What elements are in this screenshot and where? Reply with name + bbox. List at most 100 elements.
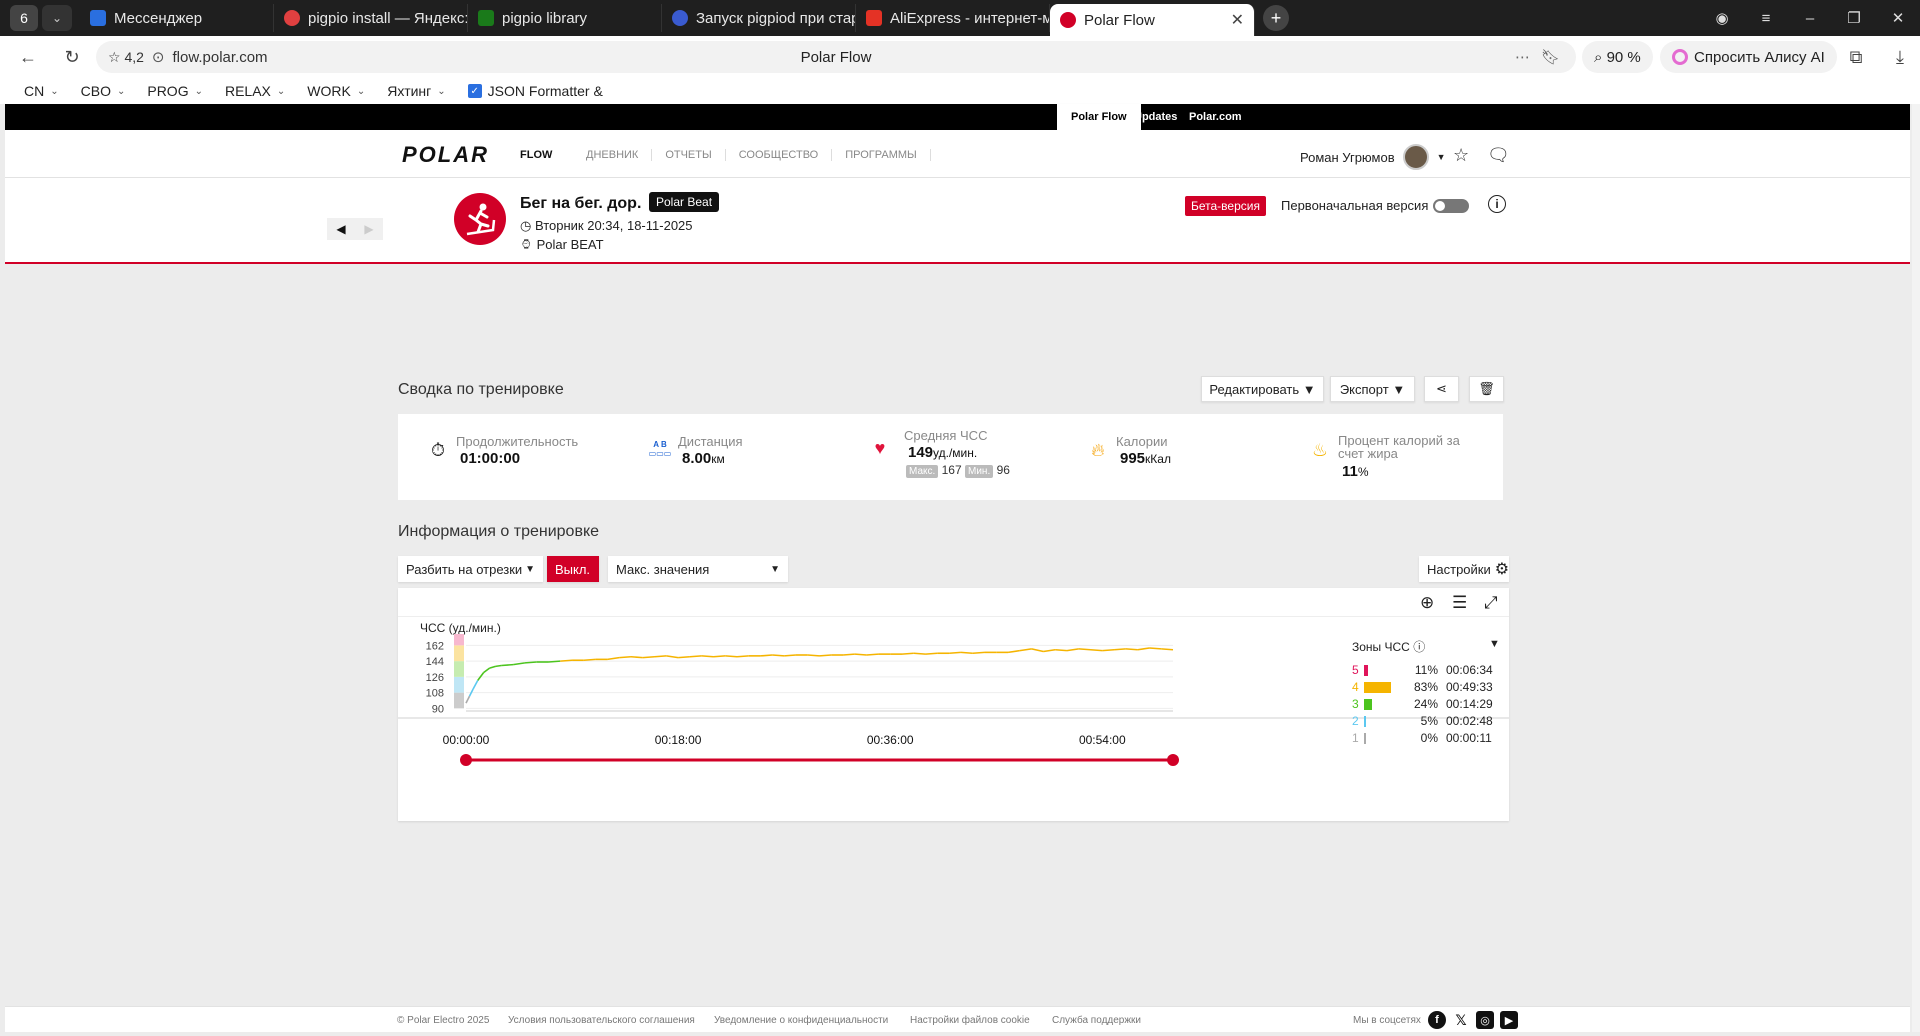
restore-icon[interactable]: ❐ <box>1832 9 1876 27</box>
hr-line-segment <box>619 655 632 659</box>
distance-label: Дистанция <box>678 434 743 449</box>
footer-cookies-link[interactable]: Настройки файлов cookie <box>910 1015 1030 1026</box>
tab-count-button[interactable]: 6 <box>10 5 38 31</box>
previous-activity-button[interactable]: ◀ <box>327 218 355 240</box>
tab-pigpiod-start[interactable]: Запуск pigpiod при старт <box>662 4 856 32</box>
reload-icon[interactable]: ↻ <box>54 41 90 73</box>
instagram-icon[interactable]: ◎ <box>1476 1011 1494 1029</box>
x-icon[interactable]: 𝕏 <box>1452 1011 1470 1029</box>
notifications-icon[interactable]: 🗨︎ <box>1487 145 1510 166</box>
alice-icon <box>1672 49 1688 65</box>
next-activity-button[interactable]: ▶ <box>355 218 383 240</box>
range-selector[interactable] <box>460 754 1179 766</box>
flow-logo[interactable]: FLOW <box>520 149 552 161</box>
bookmark-folder-cn[interactable]: CN ⌄ <box>24 83 59 99</box>
ask-alice-button[interactable]: Спросить Алису AI <box>1660 41 1837 73</box>
nav-programs[interactable]: ПРОГРАММЫ <box>832 149 931 161</box>
info-icon[interactable]: i <box>1488 195 1506 213</box>
top-link-polar-com[interactable]: Polar.com <box>1175 104 1256 130</box>
share-button[interactable]: ⋖ <box>1424 376 1459 402</box>
tab-pigpio-install[interactable]: pigpio install — Яндекс: на <box>274 4 468 32</box>
y-tick-label: 126 <box>426 672 444 684</box>
bookmark-folder-yachting[interactable]: Яхтинг ⌄ <box>387 83 445 99</box>
y-axis-label: ЧСС (уд./мин.) <box>420 621 501 635</box>
menu-icon[interactable]: ≡ <box>1744 10 1788 27</box>
zone-percent: 5% <box>1420 714 1438 728</box>
bookmark-folder-cbo[interactable]: CBO ⌄ <box>81 83 126 99</box>
edit-button[interactable]: Редактировать ▼ <box>1201 376 1324 402</box>
bookmark-folder-work[interactable]: WORK ⌄ <box>307 83 365 99</box>
zone-time: 00:06:34 <box>1446 663 1493 677</box>
fat-unit: % <box>1357 465 1369 479</box>
export-button[interactable]: Экспорт ▼ <box>1330 376 1415 402</box>
tab-label: Polar Flow <box>1084 11 1155 29</box>
youtube-icon[interactable]: ▶ <box>1500 1011 1518 1029</box>
footer-terms-link[interactable]: Условия пользовательского соглашения <box>508 1015 695 1026</box>
zoom-button[interactable]: ⌕ 90 % <box>1582 41 1653 73</box>
site-info-icon[interactable]: ⊙ <box>152 48 165 66</box>
zone-row-1: 1 0% 00:00:11 <box>1352 730 1502 746</box>
zone-band-4 <box>454 645 464 662</box>
page-scrollbar[interactable] <box>1912 104 1920 1032</box>
tab-list-chevron-icon[interactable]: ⌄ <box>42 5 72 31</box>
activity-header: ◀ ▶ Бег на бег. дор. Polar Beat ◷ Вторни… <box>5 178 1910 264</box>
delete-button[interactable]: 🗑︎ <box>1469 376 1504 402</box>
close-window-icon[interactable]: ✕ <box>1876 9 1920 27</box>
tab-polar-flow[interactable]: Polar Flow ✕ <box>1050 4 1255 36</box>
hr-chart-card: ⊕ ☰ ⤢ ЧСС (уд./мин.) 90 108 126 144 162 00:0… <box>398 588 1509 821</box>
trash-icon: 🗑︎ <box>1478 381 1495 396</box>
zones-collapse-icon[interactable]: ▼ <box>1489 638 1500 650</box>
nav-community[interactable]: СООБЩЕСТВО <box>726 149 833 161</box>
bookmark-folder-prog[interactable]: PROG ⌄ <box>147 83 203 99</box>
hr-line-segment <box>1019 648 1032 652</box>
split-off-button[interactable]: Выкл. <box>547 556 599 582</box>
rating-badge[interactable]: ☆ 4,2 <box>96 49 152 66</box>
split-select[interactable]: Разбить на отрезки ▼ <box>398 556 543 582</box>
hr-unit: уд./мин. <box>933 446 978 460</box>
fat-number: 11 <box>1342 463 1358 480</box>
nav-diary[interactable]: ДНЕВНИК <box>573 149 653 161</box>
polar-logo[interactable]: POLAR <box>402 142 489 168</box>
hr-line-segment <box>560 659 573 662</box>
settings-button[interactable]: Настройки ⚙ <box>1419 556 1509 582</box>
summary-card: ⏱︎ Продолжительность 01:00:00 A B ▭▭▭ Дис… <box>398 414 1503 500</box>
info-icon[interactable]: ⓘ <box>1413 640 1425 654</box>
minimize-icon[interactable]: – <box>1788 10 1832 27</box>
tab-messenger[interactable]: Мессенджер <box>80 4 274 32</box>
max-values-label: Макс. значения <box>616 561 710 577</box>
zone-bar-track <box>1364 664 1394 676</box>
footer-support-link[interactable]: Служба поддержки <box>1052 1015 1141 1026</box>
facebook-icon[interactable]: f <box>1428 1011 1446 1029</box>
polar-flow-page: Polar Flow Updates Polar.com POLAR FLOW … <box>5 104 1910 1032</box>
hr-line-segment <box>583 658 596 662</box>
x-axis: 00:00:00 00:18:00 00:36:00 00:54:00 <box>398 717 1509 747</box>
zone-bar <box>1364 715 1366 727</box>
bookmark-folder-relax[interactable]: RELAX ⌄ <box>225 83 285 99</box>
close-tab-icon[interactable]: ✕ <box>1231 10 1244 30</box>
bookmark-json-formatter[interactable]: ✓ JSON Formatter & <box>467 83 603 99</box>
footer-privacy-link[interactable]: Уведомление о конфиденциальности <box>714 1015 888 1026</box>
url-field[interactable]: ☆ 4,2 ⊙ flow.polar.com Polar Flow ⋯ 🔖︎ <box>96 41 1576 73</box>
tab-aliexpress[interactable]: AliExpress - интернет-маг <box>856 4 1050 32</box>
chevron-down-icon: ⌄ <box>276 85 286 97</box>
calories-number: 995 <box>1120 450 1146 467</box>
hr-line-segment <box>1102 648 1115 652</box>
device-badge: Polar Beat <box>649 192 720 212</box>
social-label: Мы в соцсетях <box>1353 1015 1421 1026</box>
bookmark-icon[interactable]: 🔖︎ <box>1541 48 1560 66</box>
profile-icon[interactable]: ◉ <box>1700 9 1744 27</box>
y-tick-label: 108 <box>426 688 444 700</box>
nav-reports[interactable]: ОТЧЕТЫ <box>652 149 726 161</box>
more-dots-icon[interactable]: ⋯ <box>1515 48 1530 66</box>
original-version-toggle[interactable] <box>1433 199 1469 213</box>
tab-pigpio-library[interactable]: pigpio library <box>468 4 662 32</box>
download-icon[interactable]: ⤓ <box>1882 41 1918 73</box>
favorites-star-icon[interactable]: ☆ <box>1453 145 1469 166</box>
user-menu[interactable]: Роман Угрюмов ▼ <box>1300 144 1446 170</box>
new-tab-button[interactable]: + <box>1263 5 1289 31</box>
collections-icon[interactable]: ⧉ <box>1838 41 1874 73</box>
back-arrow-icon[interactable]: ← <box>10 41 46 73</box>
hr-line-segment <box>465 695 471 704</box>
max-values-select[interactable]: Макс. значения ▼ <box>608 556 788 582</box>
zone-bar-track <box>1364 698 1394 710</box>
